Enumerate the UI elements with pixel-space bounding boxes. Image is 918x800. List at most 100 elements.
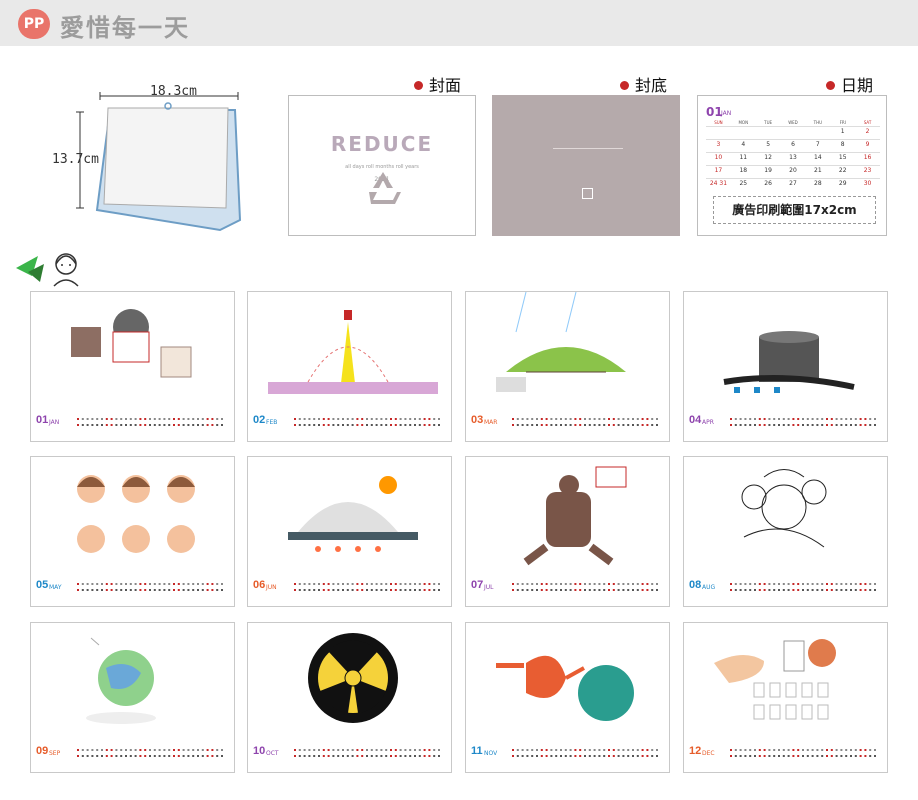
month-illustration — [308, 633, 398, 723]
month-name: AUG — [702, 584, 716, 591]
date-cell: 10 — [714, 154, 723, 161]
month-number: 02 — [253, 414, 266, 426]
grid-line — [706, 165, 880, 166]
day-strip — [294, 583, 440, 591]
day-strip — [77, 749, 223, 757]
month-page-dec[interactable]: 12 DEC — [683, 622, 888, 773]
day-strip — [730, 418, 876, 426]
month-page-oct[interactable]: 10 OCT — [247, 622, 452, 773]
girl-doodle-icon — [16, 253, 79, 287]
weekday-header: SAT — [863, 120, 872, 125]
month-number: 11 — [471, 745, 483, 757]
bullet-icon — [826, 81, 835, 90]
date-cell: 19 — [764, 167, 772, 174]
date-cell: 28 — [814, 180, 822, 187]
date-cell: 27 — [789, 180, 797, 187]
month-page-feb[interactable]: 02 FEB — [247, 291, 452, 442]
weekday-header: FRI — [839, 120, 846, 125]
weekday-header: WED — [788, 120, 798, 125]
weekday-header: THU — [813, 120, 823, 125]
date-cell: 6 — [791, 141, 795, 148]
width-dimension: 18.3cm — [150, 84, 197, 99]
month-illustration — [268, 310, 438, 394]
date-month-name: JAN — [721, 110, 732, 117]
date-cell: 17 — [714, 167, 723, 174]
date-grid: SUN MON TUE WED THU FRI SAT 1 2 3 4 5 6 7 8 9 10 11 12 13 14… — [706, 120, 880, 192]
month-illustration — [288, 476, 418, 552]
month-page-mar[interactable]: 03 MAR — [465, 291, 670, 442]
date-cell: 16 — [863, 154, 872, 161]
day-strip — [294, 418, 440, 426]
weekday-header: SUN — [714, 120, 723, 125]
date-cell: 22 — [838, 167, 847, 174]
date-cell: 7 — [815, 141, 820, 148]
date-cell: 13 — [789, 154, 797, 161]
date-cell: 15 — [838, 154, 847, 161]
month-page-aug[interactable]: 08 AUG — [683, 456, 888, 607]
date-cell: 8 — [840, 141, 845, 148]
section-marker — [14, 246, 84, 288]
date-cell: 14 — [814, 154, 822, 161]
ad-print-area: 廣告印刷範圍17x2cm — [713, 196, 876, 224]
month-name: FEB — [266, 419, 278, 426]
month-illustration — [496, 292, 626, 392]
date-cell: 18 — [739, 167, 748, 174]
month-illustration — [71, 309, 192, 378]
date-cell: 20 — [789, 167, 797, 174]
weekday-header: MON — [738, 120, 749, 125]
month-illustration — [523, 466, 627, 566]
month-page-jul[interactable]: 07 JUL — [465, 456, 670, 607]
month-illustration — [714, 639, 836, 720]
month-number: 09 — [36, 745, 49, 757]
month-name: OCT — [266, 750, 279, 757]
month-illustration — [86, 637, 156, 724]
month-page-sep[interactable]: 09 SEP — [30, 622, 235, 773]
day-strip — [512, 749, 658, 757]
date-preview[interactable]: 01 JAN SUN MON TUE WED THU FRI SAT 1 2 3 4 5 6 7 8 9 10 1… — [697, 95, 887, 236]
date-cell: 26 — [764, 180, 772, 187]
month-name: JUL — [484, 584, 494, 591]
pp-logo: PP — [18, 9, 50, 39]
day-strip — [77, 583, 223, 591]
month-name: MAR — [484, 419, 498, 426]
page-title: 愛惜每一天 — [60, 14, 190, 42]
date-cell: 3 — [716, 141, 721, 148]
month-page-jun[interactable]: 06 JUN — [247, 456, 452, 607]
month-number: 07 — [471, 579, 484, 591]
date-cell: 25 — [739, 180, 748, 187]
back-fineprint — [553, 148, 623, 149]
date-cell: 1 — [840, 128, 845, 135]
cover-preview[interactable]: REDUCE all days roll months roll years 2… — [288, 95, 476, 236]
month-number: 03 — [471, 414, 484, 426]
date-cell: 9 — [865, 141, 870, 148]
height-dimension: 13.7cm — [52, 152, 99, 167]
month-page-may[interactable]: 05 MAY — [30, 456, 235, 607]
grid-line — [706, 126, 880, 127]
month-page-jan[interactable]: 01 JAN — [30, 291, 235, 442]
date-cell: 30 — [863, 180, 872, 187]
month-illustration — [77, 475, 195, 553]
month-page-nov[interactable]: 11 NOV — [465, 622, 670, 773]
month-name: APR — [702, 419, 714, 426]
month-number: 08 — [689, 579, 702, 591]
cover-label: 封面 — [414, 72, 461, 96]
day-strip — [77, 418, 223, 426]
back-preview[interactable] — [492, 95, 680, 236]
date-cell: 11 — [739, 154, 748, 161]
weekday-header: TUE — [764, 120, 773, 125]
day-strip — [730, 583, 876, 591]
bullet-icon — [414, 81, 423, 90]
recycle-icon — [369, 172, 401, 204]
day-strip — [730, 749, 876, 757]
month-illustration — [496, 655, 634, 721]
day-strip — [512, 583, 658, 591]
date-label: 日期 — [826, 72, 873, 96]
month-page-apr[interactable]: 04 APR — [683, 291, 888, 442]
month-name: SEP — [49, 750, 61, 757]
header-bar: PP 愛惜每一天 — [0, 0, 918, 46]
month-name: MAY — [49, 584, 62, 591]
month-number: 05 — [36, 579, 49, 591]
bullet-icon — [620, 81, 629, 90]
back-logo-icon — [582, 188, 593, 199]
month-number: 10 — [253, 745, 266, 757]
